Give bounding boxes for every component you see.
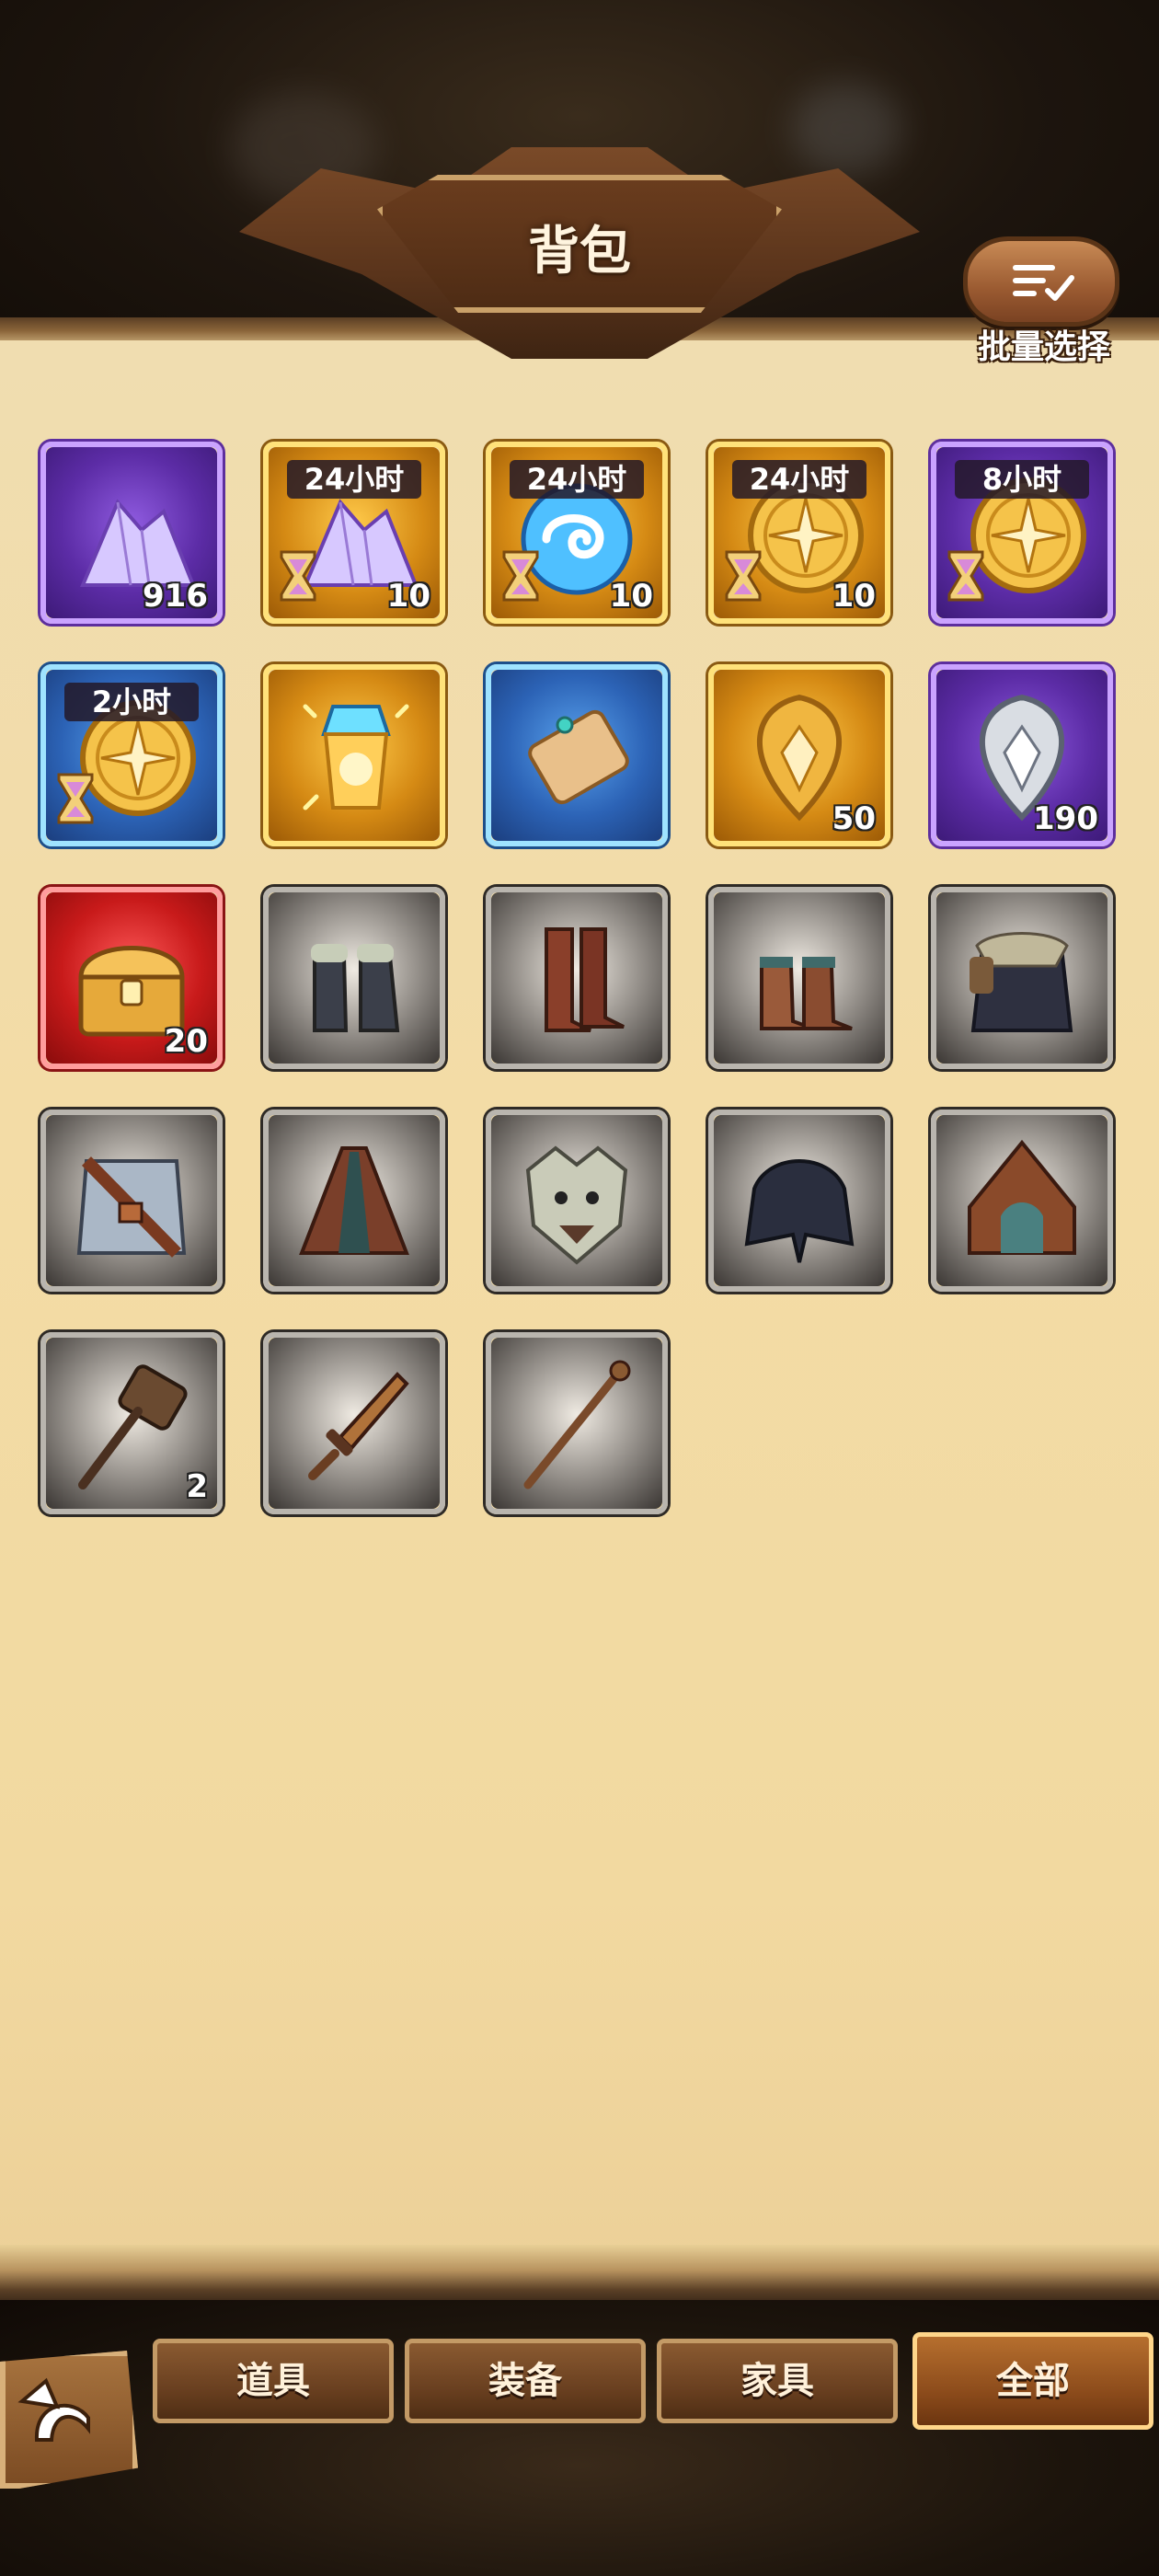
inventory-slot-wooden-dagger[interactable] xyxy=(263,1332,445,1514)
page-title: 背包 xyxy=(528,222,631,282)
item-quantity: 2 xyxy=(186,1468,208,1505)
inventory-slot-treasure-chest[interactable]: 20 xyxy=(40,887,223,1069)
dagger-icon xyxy=(308,1372,409,1480)
item-quantity: 10 xyxy=(609,578,653,615)
item-timer: 24小时 xyxy=(732,460,866,499)
inventory-slot-gold-coin-timed-2h[interactable]: 2小时 xyxy=(40,664,223,846)
item-timer: 2小时 xyxy=(64,683,199,721)
inventory-slot-leather-armor[interactable] xyxy=(40,1110,223,1292)
staff-icon xyxy=(523,1360,631,1489)
bg-blur xyxy=(791,83,901,175)
hourglass-icon xyxy=(725,550,762,602)
inventory-slot-wooden-hammer[interactable]: 2 xyxy=(40,1332,223,1514)
inventory-slot-gold-coin-timed[interactable]: 24小时 10 xyxy=(708,442,890,624)
inventory-slot-dark-scarf[interactable] xyxy=(708,1110,890,1292)
cloak-icon xyxy=(299,1146,409,1255)
inventory-slot-fur-boots[interactable] xyxy=(263,887,445,1069)
hood-icon xyxy=(968,1139,1076,1255)
inventory-slot-short-boots[interactable] xyxy=(708,887,890,1069)
inventory-slot-brown-hood[interactable] xyxy=(931,1110,1113,1292)
item-timer: 24小时 xyxy=(510,460,644,499)
hourglass-icon xyxy=(57,773,94,824)
hourglass-icon xyxy=(947,550,984,602)
scroll-icon xyxy=(528,709,629,805)
tall-boots-icon xyxy=(545,927,625,1032)
wolf-helm-icon xyxy=(525,1145,628,1265)
inventory-slot-tall-boots[interactable] xyxy=(486,887,668,1069)
inventory-slot-wolf-helm[interactable] xyxy=(486,1110,668,1292)
inventory-slot-brown-cloak[interactable] xyxy=(263,1110,445,1292)
inventory-slot-blue-orb-timed[interactable]: 24小时 10 xyxy=(486,442,668,624)
short-boots-icon xyxy=(760,957,853,1030)
fur-boots-icon xyxy=(311,944,400,1032)
item-quantity: 10 xyxy=(832,578,876,615)
back-arrow-icon xyxy=(17,2377,90,2442)
item-quantity: 916 xyxy=(143,578,208,615)
inventory-slot-wooden-staff[interactable] xyxy=(486,1332,668,1514)
inventory-slot-magic-lantern[interactable] xyxy=(263,664,445,846)
inventory-slot-gold-coin-timed-8h[interactable]: 8小时 xyxy=(931,442,1113,624)
inventory-slot-purple-crystal-timed[interactable]: 24小时 10 xyxy=(263,442,445,624)
tab-all[interactable]: 全部 xyxy=(912,2332,1153,2430)
item-timer: 24小时 xyxy=(287,460,421,499)
tab-equipment[interactable]: 装备 xyxy=(405,2339,646,2423)
item-timer: 8小时 xyxy=(955,460,1089,499)
list-check-icon xyxy=(1013,265,1074,301)
tab-furniture[interactable]: 家具 xyxy=(657,2339,898,2423)
fur-armor-icon xyxy=(970,932,1073,1032)
scarf-icon xyxy=(744,1159,855,1263)
item-quantity: 50 xyxy=(832,800,876,837)
leather-armor-icon xyxy=(76,1156,187,1258)
inventory-panel xyxy=(0,340,1159,2282)
tab-items[interactable]: 道具 xyxy=(153,2339,394,2423)
batch-select-label: 批量选择 xyxy=(977,328,1110,366)
item-quantity: 20 xyxy=(164,1023,208,1060)
inventory-slot-scroll[interactable] xyxy=(486,664,668,846)
hourglass-icon xyxy=(502,550,539,602)
hourglass-icon xyxy=(280,550,316,602)
item-quantity: 10 xyxy=(386,578,430,615)
inventory-slot-silver-crest[interactable]: 190 xyxy=(931,664,1113,846)
inventory-slot-purple-crystal[interactable]: 916 xyxy=(40,442,223,624)
item-quantity: 190 xyxy=(1033,800,1098,837)
lantern-icon xyxy=(303,704,409,811)
inventory-slot-fur-armor[interactable] xyxy=(931,887,1113,1069)
inventory-slot-gold-crest[interactable]: 50 xyxy=(708,664,890,846)
